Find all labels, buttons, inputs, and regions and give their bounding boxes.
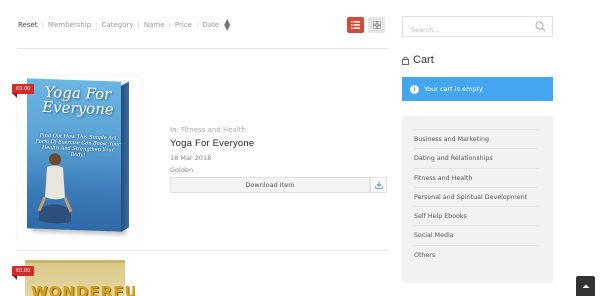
- download-item-button[interactable]: Download Item: [170, 177, 370, 193]
- divider: |: [41, 21, 44, 29]
- sort-bar: Reset | Membership | Category | Name | P…: [18, 18, 230, 32]
- badge-fold: [12, 93, 17, 98]
- download-button[interactable]: [370, 177, 387, 193]
- sort-category[interactable]: Category: [102, 21, 134, 29]
- book-cover-title: WONDERFUL: [31, 283, 135, 296]
- search-input[interactable]: [403, 20, 523, 40]
- product-thumbnail[interactable]: WONDERFUL: [17, 258, 135, 296]
- divider: |: [195, 21, 199, 29]
- book-spine: [121, 81, 129, 232]
- list-view-button[interactable]: [347, 17, 364, 33]
- product-date: 18 Mar 2018: [170, 154, 212, 162]
- category-item[interactable]: Social Media: [414, 225, 538, 244]
- sort-price[interactable]: Price: [175, 21, 192, 29]
- sort-direction-icon[interactable]: ▲ ▼: [224, 18, 230, 32]
- category-item[interactable]: Others: [414, 244, 538, 264]
- membership-level: Golden: [170, 166, 194, 174]
- info-icon: i: [410, 84, 419, 94]
- category-prefix: In:: [170, 126, 179, 134]
- divider: [17, 48, 388, 49]
- divider: [17, 250, 388, 251]
- grid-icon: [372, 21, 381, 29]
- download-icon: [374, 181, 383, 189]
- chevron-up-icon: [582, 284, 589, 288]
- category-link[interactable]: Fitness and Health: [181, 126, 246, 134]
- cart-title: Cart: [413, 54, 434, 66]
- book-cover-title: Yoga For Everyone: [42, 82, 114, 119]
- grid-view-button[interactable]: [368, 17, 385, 33]
- sort-reset[interactable]: Reset: [18, 21, 38, 29]
- book-cover: WONDERFUL: [25, 260, 135, 296]
- search-icon[interactable]: [535, 21, 546, 32]
- badge-fold: [12, 275, 17, 280]
- product-category: In: Fitness and Health: [170, 126, 246, 134]
- category-widget: Business and Marketing Dating and Relati…: [402, 116, 553, 283]
- category-item[interactable]: Business and Marketing: [414, 129, 538, 148]
- list-icon: [351, 21, 360, 29]
- divider: |: [95, 21, 98, 29]
- sort-date[interactable]: Date: [202, 21, 219, 29]
- category-item[interactable]: Dating and Relationships: [414, 148, 538, 167]
- cart-empty-message: Your cart is empty: [424, 85, 483, 93]
- book-cover: Yoga For Everyone Find Out How This Simp…: [27, 78, 121, 232]
- product-title[interactable]: Yoga For Everyone: [170, 138, 254, 149]
- sort-name[interactable]: Name: [144, 21, 165, 29]
- search-box: [402, 16, 553, 40]
- yoga-figure-image: [37, 153, 73, 224]
- category-item[interactable]: Self Help Ebooks: [414, 206, 538, 225]
- category-item[interactable]: Fitness and Health: [414, 167, 538, 187]
- cart-empty-alert: i Your cart is empty: [402, 77, 553, 101]
- category-list: Business and Marketing Dating and Relati…: [414, 129, 538, 264]
- lock-icon: [402, 56, 409, 65]
- category-item[interactable]: Personal and Spiritual Development: [414, 186, 538, 206]
- divider: |: [137, 21, 140, 29]
- cart-heading: Cart: [402, 54, 434, 66]
- sort-membership[interactable]: Membership: [48, 21, 91, 29]
- product-thumbnail[interactable]: Yoga For Everyone Find Out How This Simp…: [17, 76, 142, 242]
- divider: |: [168, 21, 171, 29]
- scroll-to-top-button[interactable]: [576, 276, 595, 296]
